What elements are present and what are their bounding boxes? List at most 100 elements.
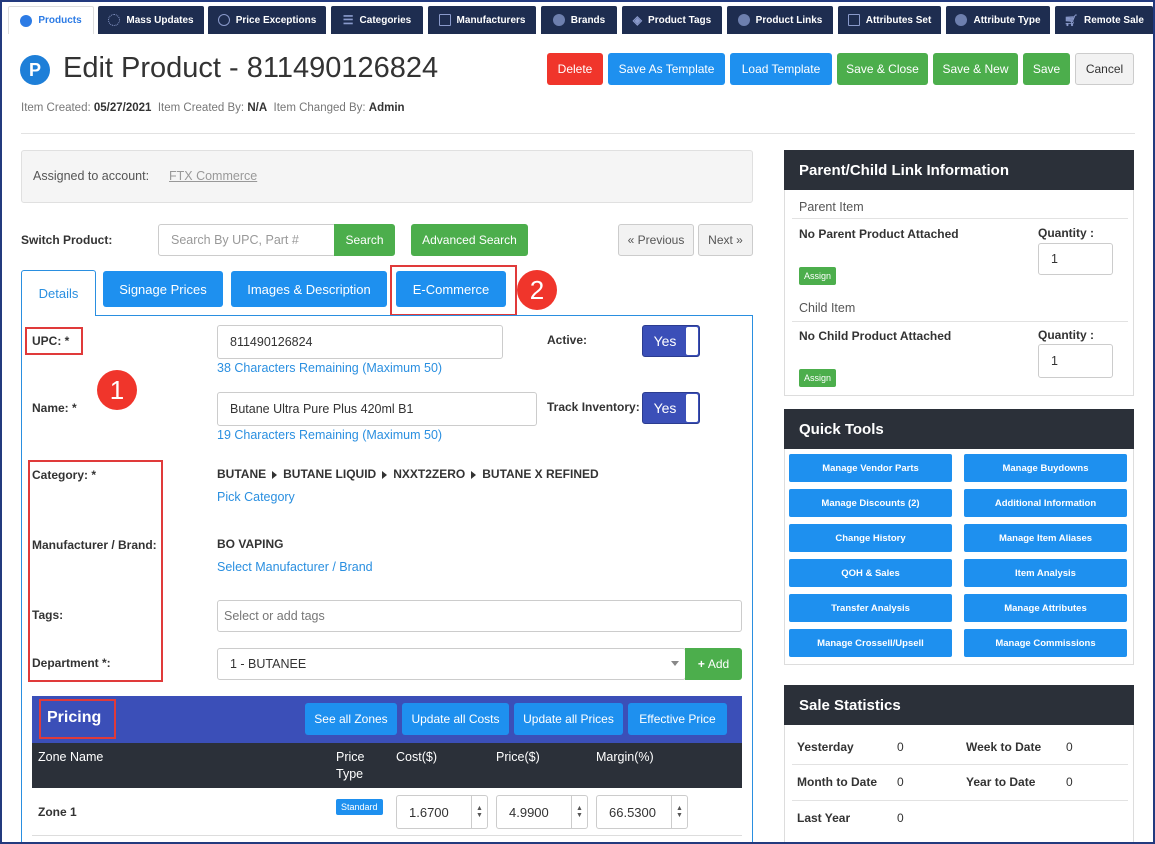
app-frame: Products Mass Updates Price Exceptions ☰… — [0, 0, 1155, 844]
week-to-date-label: Week to Date — [966, 740, 1042, 754]
caret-right-icon — [382, 470, 388, 479]
additional-information-button[interactable]: Additional Information — [964, 489, 1127, 517]
next-button[interactable]: Next » — [698, 224, 753, 256]
child-quantity-input[interactable]: 1 — [1038, 344, 1113, 378]
manage-attributes-button[interactable]: Manage Attributes — [964, 594, 1127, 622]
spinner-icon — [108, 14, 121, 26]
previous-button[interactable]: « Previous — [618, 224, 694, 256]
yesterday-label: Yesterday — [797, 740, 854, 754]
col-cost: Cost($) — [396, 750, 437, 764]
active-toggle[interactable]: Yes — [642, 325, 700, 357]
caret-right-icon — [272, 470, 278, 479]
col-margin: Margin(%) — [596, 750, 654, 764]
nav-tab-attributes-set[interactable]: Attributes Set — [838, 6, 941, 34]
quick-tools-title: Quick Tools — [784, 409, 1134, 449]
save-button[interactable]: Save — [1023, 53, 1070, 85]
manage-discounts-button[interactable]: Manage Discounts (2) — [789, 489, 952, 517]
price-input[interactable]: 4.9900 ▲ ▼ — [496, 795, 588, 829]
see-all-zones-button[interactable]: See all Zones — [305, 703, 397, 735]
tags-label: Tags: — [32, 608, 64, 622]
divider — [21, 133, 1135, 134]
p-circle-icon — [955, 14, 968, 26]
search-button[interactable]: Search — [334, 224, 395, 256]
annotation-marker-2: 2 — [517, 270, 557, 310]
stepper-arrows-icon[interactable]: ▲ ▼ — [471, 796, 487, 828]
assign-child-button[interactable]: Assign — [799, 369, 837, 387]
nav-tab-price-exceptions[interactable]: Price Exceptions — [208, 6, 326, 34]
nav-tab-mass-updates[interactable]: Mass Updates — [98, 6, 204, 34]
factory-icon — [438, 14, 451, 26]
delete-button[interactable]: Delete — [547, 53, 603, 85]
switch-product-search-input[interactable]: Search By UPC, Part # — [158, 224, 336, 256]
last-year-value: 0 — [897, 811, 904, 825]
nav-tab-product-links[interactable]: Product Links — [727, 6, 833, 34]
transfer-analysis-button[interactable]: Transfer Analysis — [789, 594, 952, 622]
save-new-button[interactable]: Save & New — [933, 53, 1018, 85]
nav-tab-manufacturers[interactable]: Manufacturers — [428, 6, 536, 34]
parent-empty-text: No Parent Product Attached — [799, 227, 959, 241]
cart-icon: 🛒︎ — [1064, 14, 1078, 27]
manage-commissions-button[interactable]: Manage Commissions — [964, 629, 1127, 657]
upc-input[interactable]: 811490126824 — [217, 325, 503, 359]
child-quantity-label: Quantity : — [1038, 328, 1094, 342]
change-history-button[interactable]: Change History — [789, 524, 952, 552]
nav-tab-products[interactable]: Products — [8, 6, 94, 34]
save-as-template-button[interactable]: Save As Template — [608, 53, 725, 85]
pick-category-link[interactable]: Pick Category — [217, 490, 295, 504]
cancel-button[interactable]: Cancel — [1075, 53, 1134, 85]
year-to-date-label: Year to Date — [966, 775, 1036, 789]
advanced-search-button[interactable]: Advanced Search — [411, 224, 528, 256]
tab-signage-prices[interactable]: Signage Prices — [103, 271, 223, 307]
switch-product-label: Switch Product: — [21, 233, 113, 247]
assign-parent-button[interactable]: Assign — [799, 267, 837, 285]
name-remaining: 19 Characters Remaining (Maximum 50) — [217, 428, 443, 442]
divider — [792, 764, 1128, 765]
tab-images-description[interactable]: Images & Description — [231, 271, 387, 307]
stepper-arrows-icon[interactable]: ▲ ▼ — [671, 796, 687, 828]
chevron-down-icon — [671, 661, 679, 666]
item-analysis-button[interactable]: Item Analysis — [964, 559, 1127, 587]
divider — [792, 800, 1128, 801]
year-to-date-value: 0 — [1066, 775, 1073, 789]
child-item-label: Child Item — [799, 301, 856, 315]
update-all-costs-button[interactable]: Update all Costs — [402, 703, 509, 735]
manage-buydowns-button[interactable]: Manage Buydowns — [964, 454, 1127, 482]
effective-price-button[interactable]: Effective Price — [628, 703, 727, 735]
name-input[interactable]: Butane Ultra Pure Plus 420ml B1 — [217, 392, 537, 426]
margin-input[interactable]: 66.5300 ▲ ▼ — [596, 795, 688, 829]
manage-crossell-upsell-button[interactable]: Manage Crossell/Upsell — [789, 629, 952, 657]
qoh-sales-button[interactable]: QOH & Sales — [789, 559, 952, 587]
item-meta: Item Created: 05/27/2021 Item Created By… — [21, 102, 405, 114]
week-to-date-value: 0 — [1066, 740, 1073, 754]
manage-vendor-parts-button[interactable]: Manage Vendor Parts — [789, 454, 952, 482]
stepper-arrows-icon[interactable]: ▲ ▼ — [571, 796, 587, 828]
list-icon: ☰ — [342, 13, 354, 27]
active-label: Active: — [547, 333, 588, 347]
nav-tab-product-tags[interactable]: ◈ Product Tags — [622, 6, 722, 34]
category-breadcrumb: BUTANE BUTANE LIQUID NXXT2ZERO BUTANE X REF… — [217, 467, 599, 481]
yesterday-value: 0 — [897, 740, 904, 754]
department-label: Department *: — [32, 656, 111, 670]
cost-input[interactable]: 1.6700 ▲ ▼ — [396, 795, 488, 829]
department-select[interactable]: 1 - BUTANEE — [217, 648, 686, 680]
parent-quantity-input[interactable]: 1 — [1038, 243, 1113, 275]
update-all-prices-button[interactable]: Update all Prices — [514, 703, 623, 735]
account-link[interactable]: FTX Commerce — [169, 169, 257, 183]
nav-tab-brands[interactable]: Brands — [541, 6, 617, 34]
nav-tab-remote-sale[interactable]: 🛒︎ Remote Sale — [1055, 6, 1153, 34]
tab-details[interactable]: Details — [21, 270, 96, 316]
manage-item-aliases-button[interactable]: Manage Item Aliases — [964, 524, 1127, 552]
tags-input[interactable]: Select or add tags — [217, 600, 742, 632]
nav-tab-attribute-type[interactable]: Attribute Type — [946, 6, 1050, 34]
add-department-button[interactable]: + Add — [685, 648, 742, 680]
parent-child-title: Parent/Child Link Information — [784, 150, 1134, 190]
select-manufacturer-link[interactable]: Select Manufacturer / Brand — [217, 560, 373, 574]
col-price-type-1: Price — [336, 750, 365, 764]
nav-tab-categories[interactable]: ☰ Categories — [331, 6, 423, 34]
load-template-button[interactable]: Load Template — [730, 53, 832, 85]
track-inventory-toggle[interactable]: Yes — [642, 392, 700, 424]
save-close-button[interactable]: Save & Close — [837, 53, 928, 85]
product-logo-icon: P — [20, 55, 50, 85]
child-empty-text: No Child Product Attached — [799, 329, 952, 343]
month-to-date-label: Month to Date — [797, 775, 877, 789]
